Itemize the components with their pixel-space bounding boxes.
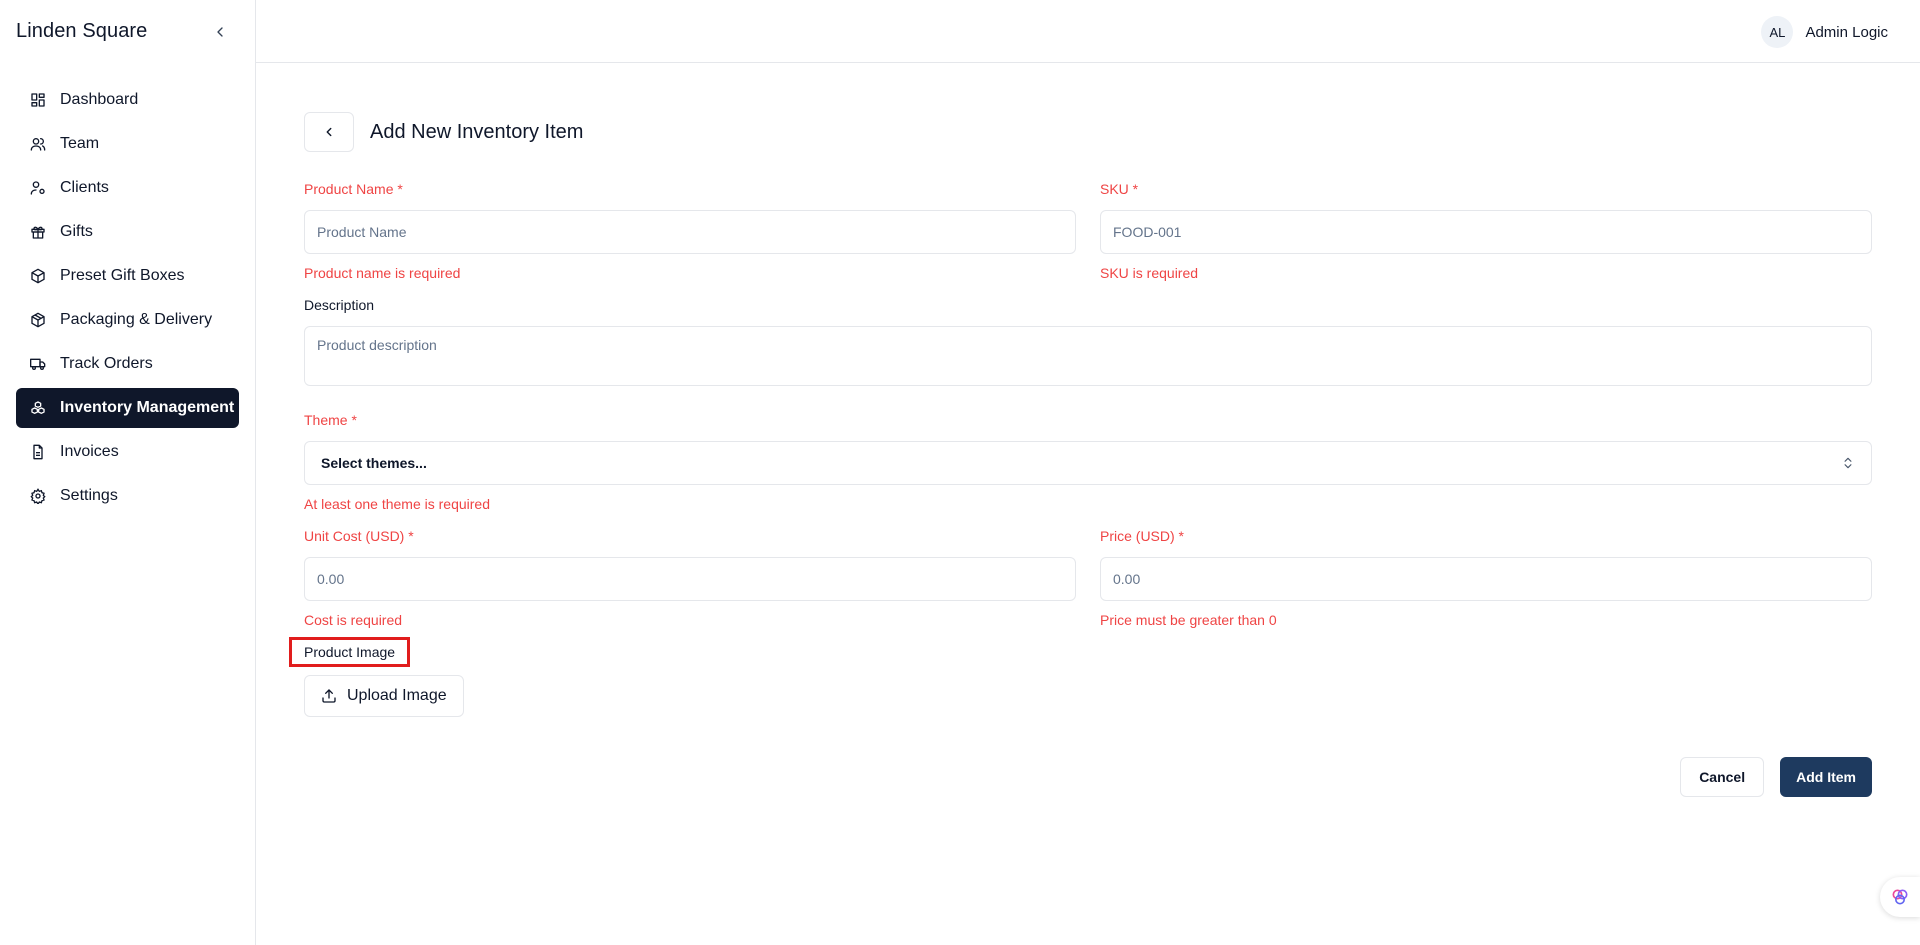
- unit-cost-input[interactable]: [304, 557, 1076, 601]
- theme-group: Theme * Select themes... At least one th…: [304, 411, 1872, 513]
- theme-error: At least one theme is required: [304, 496, 490, 512]
- user-menu[interactable]: AL Admin Logic: [1761, 16, 1888, 48]
- description-textarea[interactable]: [304, 326, 1872, 386]
- highlight-box: Product Image: [289, 637, 411, 667]
- cost-price-row: Unit Cost (USD) * Cost is required Price…: [304, 527, 1872, 629]
- sku-error: SKU is required: [1100, 265, 1199, 281]
- theme-select[interactable]: Select themes...: [304, 441, 1872, 485]
- gear-icon: [30, 488, 46, 504]
- chevrons-up-down-icon: [1844, 457, 1852, 469]
- sidebar: Linden Square Dashboard Team Clients Gif…: [0, 0, 256, 945]
- sidebar-item-label: Track Orders: [60, 355, 153, 372]
- theme-label: Theme *: [304, 412, 357, 428]
- cancel-button[interactable]: Cancel: [1680, 757, 1765, 797]
- chevron-left-icon: [217, 27, 223, 37]
- product-image-label: Product Image: [304, 644, 396, 660]
- upload-image-button[interactable]: Upload Image: [304, 675, 464, 717]
- sidebar-nav: Dashboard Team Clients Gifts Preset Gift…: [16, 80, 239, 520]
- sidebar-item-inventory-management[interactable]: Inventory Management: [16, 388, 239, 428]
- sidebar-item-label: Team: [60, 135, 100, 152]
- product-name-label: Product Name *: [304, 181, 403, 197]
- title-row: Add New Inventory Item: [304, 112, 1872, 152]
- page-title: Add New Inventory Item: [370, 120, 584, 143]
- sidebar-item-invoices[interactable]: Invoices: [16, 432, 239, 472]
- brain-icon: [1892, 889, 1908, 905]
- truck-icon: [30, 356, 46, 372]
- description-label: Description: [304, 297, 375, 313]
- unit-cost-group: Unit Cost (USD) * Cost is required: [304, 527, 1076, 629]
- sidebar-item-clients[interactable]: Clients: [16, 168, 239, 208]
- sidebar-item-label: Dashboard: [60, 91, 139, 108]
- avatar: AL: [1761, 16, 1794, 48]
- back-button[interactable]: [304, 112, 354, 152]
- unit-cost-label: Unit Cost (USD) *: [304, 528, 414, 544]
- price-error: Price must be greater than 0: [1100, 612, 1277, 628]
- sidebar-item-team[interactable]: Team: [16, 124, 239, 164]
- sidebar-item-settings[interactable]: Settings: [16, 476, 239, 516]
- form-actions: Cancel Add Item: [1680, 757, 1872, 797]
- sku-input[interactable]: [1100, 210, 1872, 254]
- price-input[interactable]: [1100, 557, 1872, 601]
- sidebar-item-label: Invoices: [60, 443, 119, 460]
- sidebar-item-gifts[interactable]: Gifts: [16, 212, 239, 252]
- sidebar-item-label: Settings: [60, 487, 118, 504]
- theme-select-value: Select themes...: [321, 455, 427, 471]
- user-cog-icon: [30, 180, 46, 196]
- upload-image-label: Upload Image: [347, 687, 447, 704]
- main-content: Add New Inventory Item Product Name * Pr…: [289, 112, 1872, 797]
- gift-icon: [30, 224, 46, 240]
- boxes-icon: [30, 400, 46, 416]
- name-sku-row: Product Name * Product name is required …: [304, 180, 1872, 282]
- assistant-widget-button[interactable]: [1880, 877, 1920, 917]
- sidebar-item-label: Preset Gift Boxes: [60, 267, 185, 284]
- chevron-left-icon: [326, 127, 332, 137]
- unit-cost-error: Cost is required: [304, 612, 403, 628]
- price-group: Price (USD) * Price must be greater than…: [1100, 527, 1872, 629]
- user-name: Admin Logic: [1805, 23, 1888, 41]
- sidebar-item-label: Packaging & Delivery: [60, 311, 213, 328]
- sidebar-item-label: Gifts: [60, 223, 93, 240]
- add-item-button[interactable]: Add Item: [1780, 757, 1872, 797]
- users-icon: [30, 136, 46, 152]
- sidebar-item-preset-gift-boxes[interactable]: Preset Gift Boxes: [16, 256, 239, 296]
- sidebar-item-label: Inventory Management: [60, 399, 235, 416]
- product-name-input[interactable]: [304, 210, 1076, 254]
- package-icon: [30, 312, 46, 328]
- brand-name: Linden Square: [16, 20, 148, 42]
- file-text-icon: [30, 444, 46, 460]
- top-header: AL Admin Logic: [256, 0, 1920, 63]
- sidebar-item-label: Clients: [60, 179, 109, 196]
- price-label: Price (USD) *: [1100, 528, 1185, 544]
- sidebar-item-packaging-delivery[interactable]: Packaging & Delivery: [16, 300, 239, 340]
- product-name-group: Product Name * Product name is required: [304, 180, 1076, 282]
- sidebar-item-dashboard[interactable]: Dashboard: [16, 80, 239, 120]
- box-icon: [30, 268, 46, 284]
- product-image-group: Product Image Upload Image: [289, 637, 1872, 717]
- dashboard-icon: [30, 92, 46, 108]
- collapse-sidebar-button[interactable]: [208, 20, 232, 44]
- sidebar-item-track-orders[interactable]: Track Orders: [16, 344, 239, 384]
- upload-icon: [322, 689, 336, 703]
- sku-group: SKU * SKU is required: [1100, 180, 1872, 282]
- description-group: Description: [304, 296, 1872, 391]
- sku-label: SKU *: [1100, 181, 1139, 197]
- product-name-error: Product name is required: [304, 265, 461, 281]
